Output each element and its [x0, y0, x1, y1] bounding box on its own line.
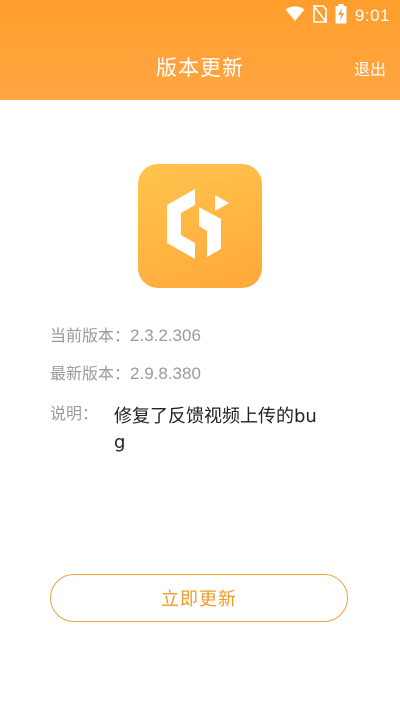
- latest-version-label: 最新版本：: [50, 364, 131, 383]
- current-version-row: 当前版本：2.3.2.306: [50, 322, 201, 346]
- status-icons: 9:01: [285, 4, 390, 28]
- description-text: 修复了反馈视频上传的bug: [114, 406, 317, 453]
- wifi-icon: [285, 6, 305, 26]
- no-sim-icon: [312, 4, 328, 27]
- latest-version-value: 2.9.8.380: [130, 364, 201, 383]
- version-update-screen: 9:01 版本更新 退出 当前版本：2.3.2.306 最新版本：2.9.8.3…: [0, 0, 400, 711]
- current-version-label: 当前版本：: [50, 326, 131, 345]
- header-bar: 9:01 版本更新 退出: [0, 0, 400, 100]
- exit-button[interactable]: 退出: [354, 56, 386, 80]
- description-label: 说明：: [50, 404, 99, 423]
- battery-charging-icon: [335, 4, 347, 28]
- update-now-button[interactable]: 立即更新: [50, 574, 348, 622]
- current-version-value: 2.3.2.306: [130, 326, 201, 345]
- app-logo-icon: [138, 164, 262, 288]
- latest-version-row: 最新版本：2.9.8.380: [50, 360, 201, 384]
- status-time: 9:01: [354, 6, 390, 25]
- status-bar: 9:01: [0, 0, 400, 32]
- page-title: 版本更新: [156, 56, 244, 80]
